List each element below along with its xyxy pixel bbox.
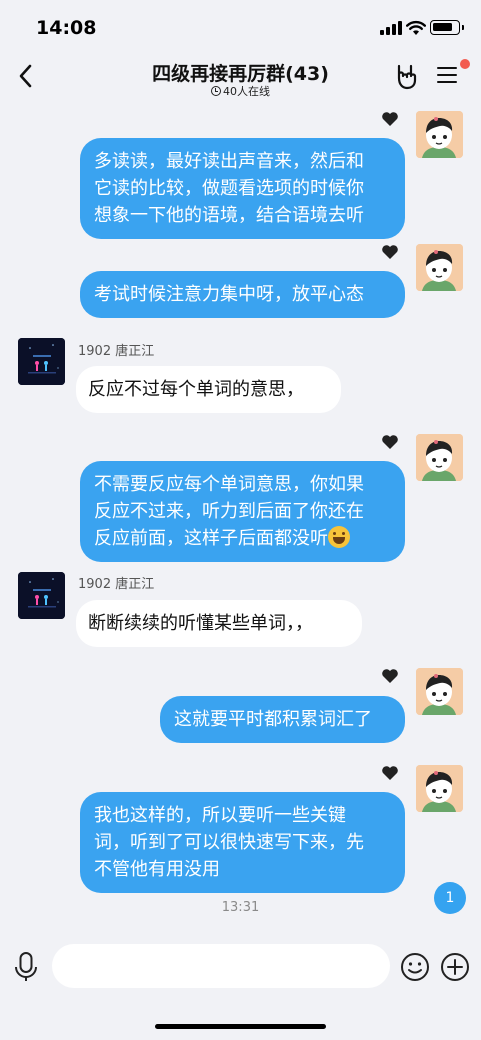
message-line: 不需要反应每个单词意思，你如果 <box>94 474 364 495</box>
message-line: 多读读，最好读出声音来，然后和 <box>94 151 364 172</box>
online-text: 40人在线 <box>223 85 270 98</box>
message-text: 这就要平时都积累词汇了 <box>174 709 372 730</box>
unread-count-badge[interactable]: 1 <box>434 882 466 914</box>
plus-icon[interactable] <box>440 952 470 982</box>
battery-icon <box>430 20 464 35</box>
heart-icon <box>382 766 398 780</box>
sender-name: 1902 唐正江 <box>78 577 155 592</box>
avatar[interactable] <box>18 572 65 619</box>
chat-header: 四级再接再厉群(43) 40人在线 <box>0 56 481 100</box>
message-bubble[interactable]: 多读读，最好读出声音来，然后和 它读的比较，做题看选项的时候你 想象一下他的语境… <box>80 138 405 239</box>
avatar[interactable] <box>416 434 463 481</box>
message-bubble[interactable]: 我也这样的，所以要听一些关键 词，听到了可以很快速写下来，先 不管他有用没用 <box>80 792 405 893</box>
message-line: 想象一下他的语境，结合语境去听 <box>94 205 364 226</box>
online-clock-icon <box>211 86 221 96</box>
wifi-icon <box>406 20 426 35</box>
timestamp: 13:31 <box>221 900 260 915</box>
heart-icon <box>382 669 398 683</box>
microphone-icon[interactable] <box>12 950 40 984</box>
message-bubble[interactable]: 考试时候注意力集中呀，放平心态 <box>80 271 405 318</box>
notification-dot <box>460 59 470 69</box>
emoji-icon[interactable] <box>400 952 430 982</box>
message-text: 考试时候注意力集中呀，放平心态 <box>94 284 364 305</box>
status-time: 14:08 <box>36 17 97 39</box>
avatar[interactable] <box>18 338 65 385</box>
message-text: 反应不过每个单词的意思， <box>88 379 304 400</box>
heart-icon <box>382 435 398 449</box>
home-indicator <box>155 1024 326 1029</box>
message-text: 断断续续的听懂某些单词，， <box>88 613 313 634</box>
menu-button[interactable] <box>436 64 460 88</box>
message-bubble[interactable]: 这就要平时都积累词汇了 <box>160 696 405 743</box>
message-line: 反应前面，这样子后面都没听 <box>94 528 328 549</box>
message-bubble[interactable]: 不需要反应每个单词意思，你如果 反应不过来，听力到后面了你还在 反应前面，这样子… <box>80 461 405 562</box>
grinning-sweat-emoji-icon <box>328 526 350 548</box>
heart-icon <box>382 112 398 126</box>
message-line-wrap: 反应前面，这样子后面都没听 <box>94 525 391 552</box>
avatar[interactable] <box>416 668 463 715</box>
message-line: 我也这样的，所以要听一些关键 <box>94 805 346 826</box>
message-bubble[interactable]: 断断续续的听懂某些单词，， <box>76 600 362 647</box>
message-line: 不管他有用没用 <box>94 859 220 880</box>
avatar[interactable] <box>416 765 463 812</box>
avatar[interactable] <box>416 111 463 158</box>
message-bubble[interactable]: 反应不过每个单词的意思， <box>76 366 341 413</box>
signal-icon <box>380 21 404 35</box>
message-line: 反应不过来，听力到后面了你还在 <box>94 501 364 522</box>
rock-hand-icon[interactable] <box>394 62 420 90</box>
message-line: 词，听到了可以很快速写下来，先 <box>94 832 364 853</box>
heart-icon <box>382 245 398 259</box>
message-line: 它读的比较，做题看选项的时候你 <box>94 178 364 199</box>
message-input[interactable] <box>52 944 390 988</box>
sender-name: 1902 唐正江 <box>78 344 155 359</box>
status-bar: 14:08 <box>0 0 481 56</box>
avatar[interactable] <box>416 244 463 291</box>
input-bar <box>0 936 481 996</box>
